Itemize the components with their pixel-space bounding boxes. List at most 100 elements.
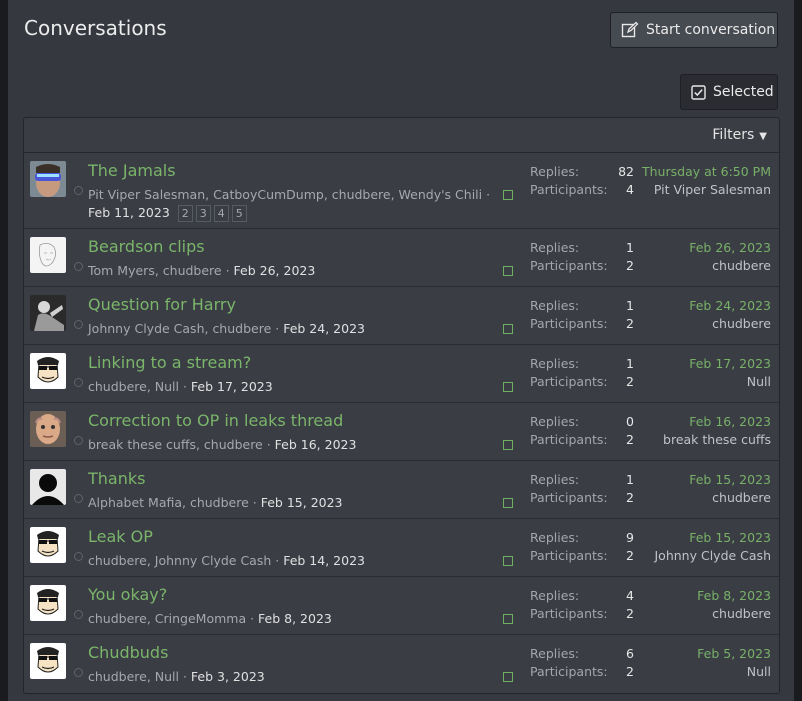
participants-text: chudbere, Null — [88, 669, 179, 684]
start-conversation-button[interactable]: Start conversation — [610, 12, 778, 48]
last-message-user-link[interactable]: chudbere — [689, 489, 771, 507]
unread-status-icon[interactable] — [74, 494, 83, 503]
page-link[interactable]: 5 — [231, 205, 247, 222]
avatar[interactable] — [30, 527, 66, 563]
conversation-title-link[interactable]: Thanks — [88, 469, 145, 488]
participants-line: Participants: 2 — [530, 489, 634, 507]
selected-button[interactable]: Selected — [680, 74, 778, 110]
conversation-stats: Replies: 4 Participants: 2 — [530, 587, 634, 623]
select-checkbox[interactable] — [503, 266, 513, 276]
conversation-title-link[interactable]: Correction to OP in leaks thread — [88, 411, 343, 430]
checkbox-icon — [691, 84, 706, 100]
last-message-date-link[interactable]: Feb 8, 2023 — [697, 587, 771, 605]
select-checkbox[interactable] — [503, 614, 513, 624]
edit-icon — [621, 21, 639, 38]
conversation-row: You okay? chudbere, CringeMomma · Feb 8, … — [24, 577, 779, 635]
conversation-title-link[interactable]: Question for Harry — [88, 295, 236, 314]
conversation-title-link[interactable]: The Jamals — [88, 161, 176, 180]
replies-line: Replies: 82 — [530, 163, 634, 181]
unread-status-icon[interactable] — [74, 668, 83, 677]
unread-status-icon[interactable] — [74, 378, 83, 387]
conversation-title-link[interactable]: Beardson clips — [88, 237, 205, 256]
last-message-date-link[interactable]: Feb 16, 2023 — [663, 413, 771, 431]
select-checkbox[interactable] — [503, 498, 513, 508]
conversation-row: Question for Harry Johnny Clyde Cash, chu… — [24, 287, 779, 345]
last-message-date-link[interactable]: Feb 26, 2023 — [689, 239, 771, 257]
start-date: Feb 17, 2023 — [190, 379, 273, 394]
avatar[interactable] — [30, 295, 66, 331]
last-message-user-link[interactable]: chudbere — [689, 257, 771, 275]
select-checkbox[interactable] — [503, 382, 513, 392]
last-message-user-link[interactable]: break these cuffs — [663, 431, 771, 449]
participants-label: Participants: — [530, 182, 608, 197]
filter-bar: Filters ▼ — [24, 118, 779, 153]
conversation-row: Thanks Alphabet Mafia, chudbere · Feb 15,… — [24, 461, 779, 519]
participants-text: chudbere, CringeMomma — [88, 611, 247, 626]
avatar[interactable] — [30, 469, 66, 505]
start-date: Feb 16, 2023 — [274, 437, 357, 452]
unread-status-icon[interactable] — [74, 436, 83, 445]
unread-status-icon[interactable] — [74, 186, 83, 195]
conversation-title-link[interactable]: You okay? — [88, 585, 167, 604]
unread-status-icon[interactable] — [74, 552, 83, 561]
last-message-date-link[interactable]: Feb 15, 2023 — [655, 529, 771, 547]
page-jump-links: 2345 — [177, 205, 247, 222]
page-link[interactable]: 2 — [177, 205, 193, 222]
last-message-user-link[interactable]: Null — [689, 373, 771, 391]
avatar[interactable] — [30, 353, 66, 389]
unread-status-icon[interactable] — [74, 610, 83, 619]
avatar[interactable] — [30, 411, 66, 447]
participants-label: Participants: — [530, 432, 608, 447]
last-message-date-link[interactable]: Thursday at 6:50 PM — [642, 163, 771, 181]
page-link[interactable]: 3 — [195, 205, 211, 222]
select-checkbox[interactable] — [503, 190, 513, 200]
participants-count: 2 — [626, 316, 634, 331]
select-checkbox[interactable] — [503, 440, 513, 450]
participants-text: Alphabet Mafia, chudbere — [88, 495, 249, 510]
participants-line: Participants: 2 — [530, 431, 634, 449]
replies-count: 4 — [626, 588, 634, 603]
last-message: Feb 17, 2023 Null — [689, 355, 771, 391]
select-checkbox[interactable] — [503, 556, 513, 566]
filters-toggle[interactable]: Filters ▼ — [712, 127, 767, 143]
replies-label: Replies: — [530, 414, 580, 429]
replies-line: Replies: 1 — [530, 239, 634, 257]
last-message-user-link[interactable]: chudbere — [697, 605, 771, 623]
last-message-user-link[interactable]: Johnny Clyde Cash — [655, 547, 772, 565]
avatar[interactable] — [30, 643, 66, 679]
conversation-meta: chudbere, Johnny Clyde Cash · Feb 14, 20… — [88, 553, 365, 568]
last-message: Feb 15, 2023 chudbere — [689, 471, 771, 507]
last-message-user-link[interactable]: Null — [697, 663, 771, 681]
unread-status-icon[interactable] — [74, 262, 83, 271]
replies-count: 9 — [626, 530, 634, 545]
participants-line: Participants: 2 — [530, 257, 634, 275]
last-message-date-link[interactable]: Feb 24, 2023 — [689, 297, 771, 315]
avatar[interactable] — [30, 237, 66, 273]
replies-label: Replies: — [530, 530, 580, 545]
avatar[interactable] — [30, 585, 66, 621]
participants-line: Participants: 2 — [530, 605, 634, 623]
last-message-date-link[interactable]: Feb 17, 2023 — [689, 355, 771, 373]
select-checkbox[interactable] — [503, 672, 513, 682]
right-background-strip — [794, 0, 802, 701]
conversation-title-link[interactable]: Linking to a stream? — [88, 353, 251, 372]
participants-count: 2 — [626, 490, 634, 505]
avatar[interactable] — [30, 161, 66, 197]
last-message: Thursday at 6:50 PM Pit Viper Salesman — [642, 163, 771, 199]
page-link[interactable]: 4 — [213, 205, 229, 222]
replies-line: Replies: 1 — [530, 355, 634, 373]
participants-line: Participants: 2 — [530, 663, 634, 681]
last-message-date-link[interactable]: Feb 15, 2023 — [689, 471, 771, 489]
select-checkbox[interactable] — [503, 324, 513, 334]
last-message-user-link[interactable]: Pit Viper Salesman — [642, 181, 771, 199]
page-title: Conversations — [24, 16, 167, 40]
last-message-user-link[interactable]: chudbere — [689, 315, 771, 333]
unread-status-icon[interactable] — [74, 320, 83, 329]
conversation-stats: Replies: 1 Participants: 2 — [530, 239, 634, 275]
conversation-title-link[interactable]: Chudbuds — [88, 643, 168, 662]
conversation-title-link[interactable]: Leak OP — [88, 527, 153, 546]
participants-count: 2 — [626, 258, 634, 273]
participants-text: Pit Viper Salesman, CatboyCumDump, chudb… — [88, 187, 483, 202]
conversation-meta: Tom Myers, chudbere · Feb 26, 2023 — [88, 263, 316, 278]
last-message-date-link[interactable]: Feb 5, 2023 — [697, 645, 771, 663]
